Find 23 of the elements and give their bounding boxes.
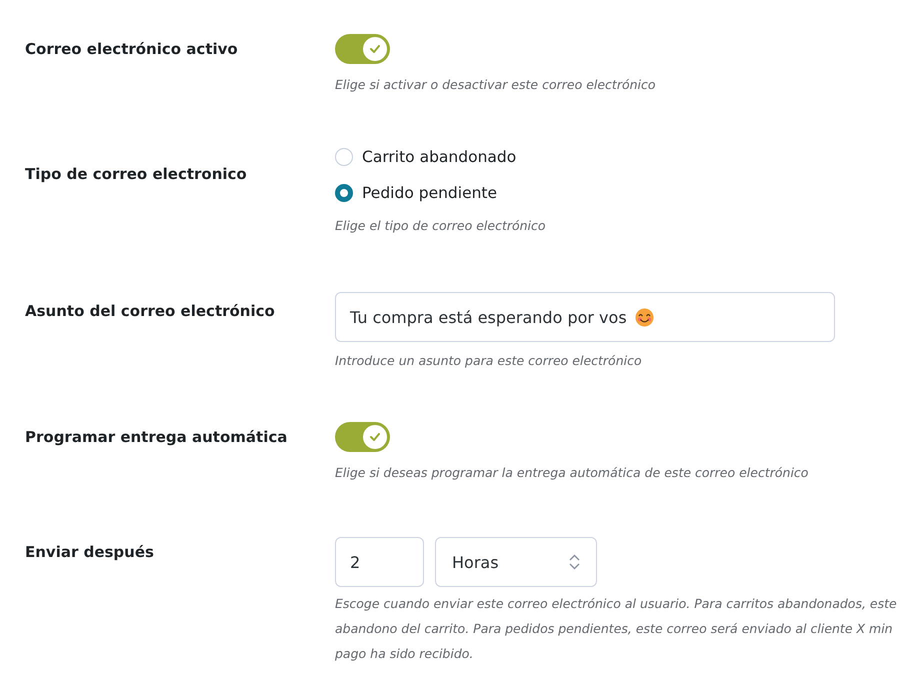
amount-field[interactable]: 2 bbox=[335, 537, 424, 587]
help-text: Elige si activar o desactivar este correo electrónico bbox=[335, 76, 656, 94]
radio-label[interactable]: Pedido pendiente bbox=[362, 184, 498, 202]
check-icon bbox=[370, 45, 380, 53]
unit-select[interactable]: Horas bbox=[435, 537, 597, 587]
toggle-switch[interactable] bbox=[335, 422, 390, 452]
radio-button[interactable] bbox=[335, 184, 353, 202]
toggle-switch[interactable] bbox=[335, 34, 390, 64]
check-icon bbox=[370, 433, 380, 441]
setting-label: Enviar después bbox=[25, 542, 155, 563]
smiling-face-icon bbox=[634, 308, 654, 326]
setting-label: Correo electrónico activo bbox=[25, 39, 239, 60]
subject-field[interactable]: Tu compra está esperando por vos bbox=[335, 292, 835, 342]
help-text: Escoge cuando enviar este correo electrónico al usuario. Para carritos abandonados, este abandono del carrito. Para pedidos pendientes, este correo será enviado al cliente X min pago ha sido recibido. bbox=[335, 595, 897, 663]
setting-label: Tipo de correo electronico bbox=[25, 164, 248, 185]
setting-label: Asunto del correo electrónico bbox=[25, 301, 276, 322]
help-text: Elige el tipo de correo electrónico bbox=[335, 217, 546, 235]
setting-label: Programar entrega automática bbox=[25, 427, 288, 448]
radio-label[interactable]: Carrito abandonado bbox=[362, 148, 516, 166]
subject-text: Tu compra está esperando por vos bbox=[350, 308, 627, 326]
chevrons-icon bbox=[569, 554, 580, 570]
help-text: Elige si deseas programar la entrega automática de este correo electrónico bbox=[335, 464, 808, 482]
help-text: Introduce un asunto para este correo electrónico bbox=[335, 352, 643, 370]
